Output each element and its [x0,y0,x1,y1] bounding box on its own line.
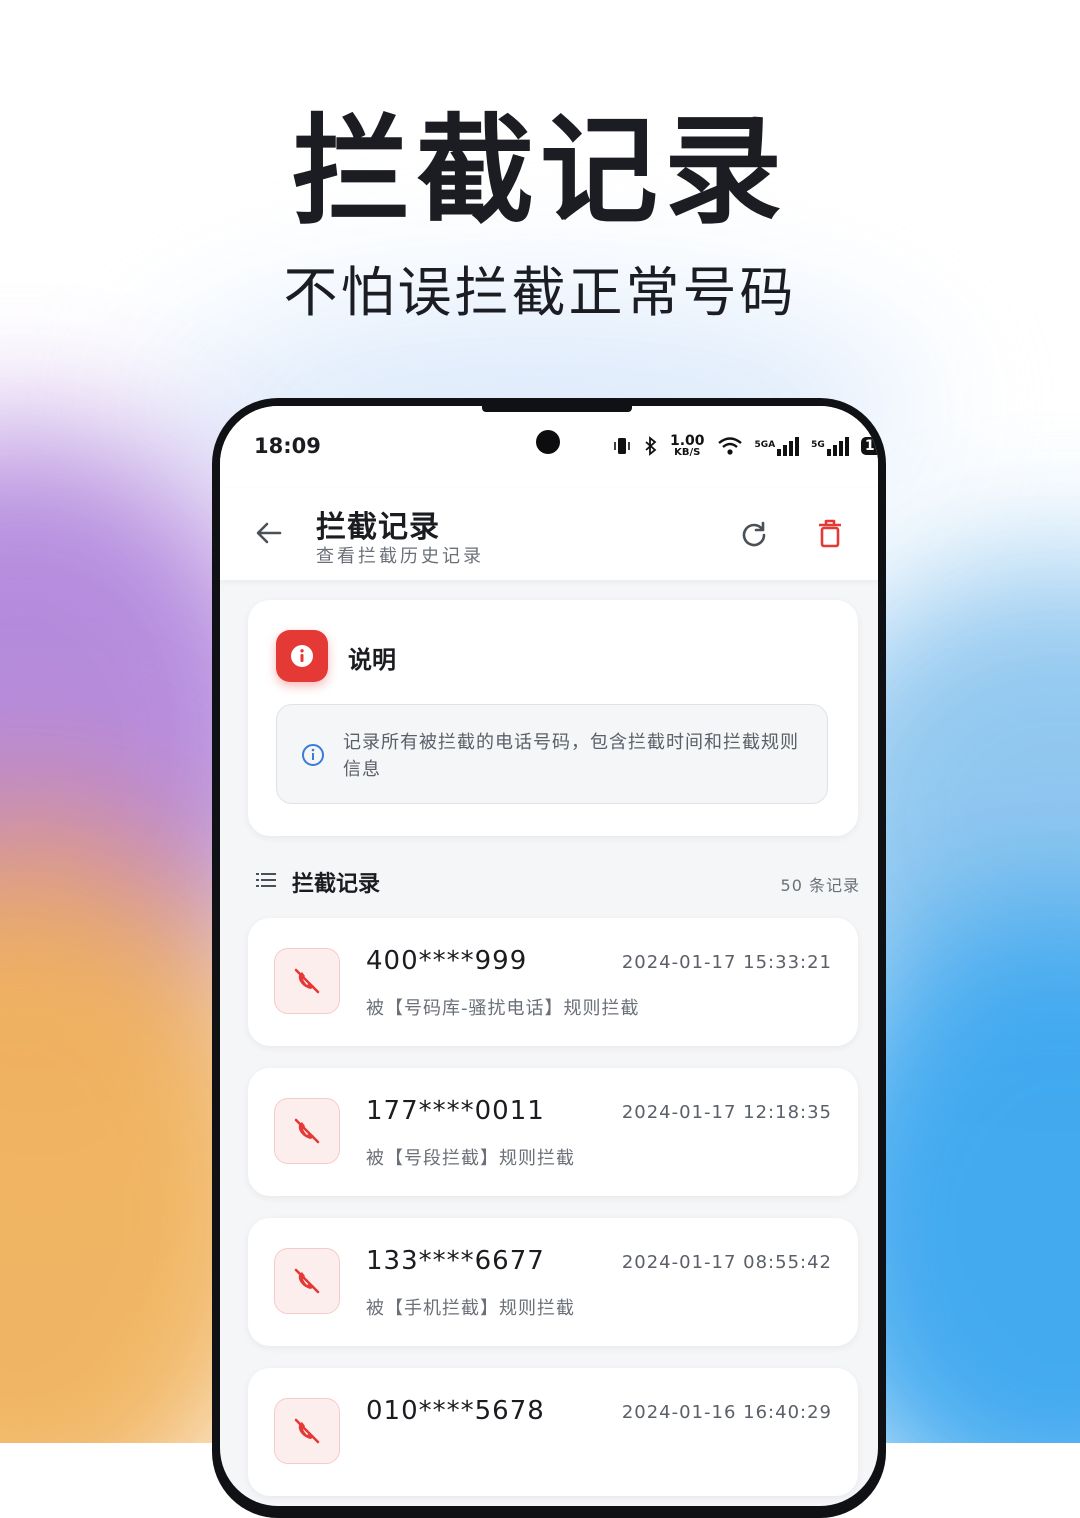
record-time: 2024-01-17 08:55:42 [621,1252,832,1273]
record-time: 2024-01-17 15:33:21 [621,952,832,973]
note-card: 说明 记录所有被拦截的电话号码，包含拦截时间和拦截规则信息 [248,600,858,836]
record-count: 50 条记录 [780,876,860,895]
records-section-header: 拦截记录 50 条记录 [256,862,860,902]
record-item[interactable]: 133****6677 2024-01-17 08:55:42 被【手机拦截】规… [248,1218,858,1346]
blocked-call-icon [294,968,320,994]
status-icons: 1.00 KB/S 5GA 5G 1 [612,434,878,458]
note-box: 记录所有被拦截的电话号码，包含拦截时间和拦截规则信息 [276,704,828,804]
blocked-call-badge [274,948,340,1014]
page-title: 拦截记录 [316,510,440,545]
record-item[interactable]: 177****0011 2024-01-17 12:18:35 被【号段拦截】规… [248,1068,858,1196]
promo-subline: 不怕误拦截正常号码 [283,261,797,324]
record-number: 177****0011 [366,1096,545,1126]
note-text: 记录所有被拦截的电话号码，包含拦截时间和拦截规则信息 [343,732,799,780]
record-item[interactable]: 010****5678 2024-01-16 16:40:29 [248,1368,858,1496]
record-rule: 被【号码库-骚扰电话】规则拦截 [366,998,640,1019]
record-rule: 被【号段拦截】规则拦截 [366,1148,575,1169]
status-bar: 18:09 1.00 KB/S 5GA 5G 1 [220,406,878,488]
blocked-call-icon [294,1268,320,1294]
blocked-call-badge [274,1398,340,1464]
note-badge [276,630,328,682]
note-title: 说明 [348,646,396,674]
blocked-call-badge [274,1248,340,1314]
blocked-call-icon [294,1418,320,1444]
phone-frame: 18:09 1.00 KB/S 5GA 5G 1 拦截记录 查看拦截历史记录 说… [212,398,886,1518]
page-subtitle: 查看拦截历史记录 [316,546,484,567]
section-title: 拦截记录 [292,872,381,897]
info-outline-icon [302,744,324,766]
record-time: 2024-01-17 12:18:35 [621,1102,832,1123]
signal-5g-icon: 5G [811,436,849,456]
network-speed: 1.00 KB/S [670,433,705,458]
info-filled-icon [291,645,313,667]
promo-headline: 拦截记录 [291,102,788,240]
record-number: 010****5678 [366,1396,545,1426]
blocked-call-icon [294,1118,320,1144]
status-time: 18:09 [254,434,321,458]
back-arrow-icon[interactable] [254,518,284,548]
refresh-icon[interactable] [740,520,768,548]
battery-indicator: 100 [860,437,878,455]
blocked-call-badge [274,1098,340,1164]
record-time: 2024-01-16 16:40:29 [621,1402,832,1423]
record-number: 400****999 [366,946,528,976]
trash-icon[interactable] [816,518,844,548]
list-icon [256,873,276,887]
phone-screen: 18:09 1.00 KB/S 5GA 5G 1 拦截记录 查看拦截历史记录 说… [220,406,878,1506]
record-item[interactable]: 400****999 2024-01-17 15:33:21 被【号码库-骚扰电… [248,918,858,1046]
wifi-icon [717,437,742,455]
signal-5ga-icon: 5GA [755,436,800,456]
bluetooth-icon [645,436,657,456]
record-number: 133****6677 [366,1246,545,1276]
app-bar: 拦截记录 查看拦截历史记录 [220,488,878,580]
record-rule: 被【手机拦截】规则拦截 [366,1298,575,1319]
front-camera [536,430,560,454]
vibrate-icon [614,438,630,454]
